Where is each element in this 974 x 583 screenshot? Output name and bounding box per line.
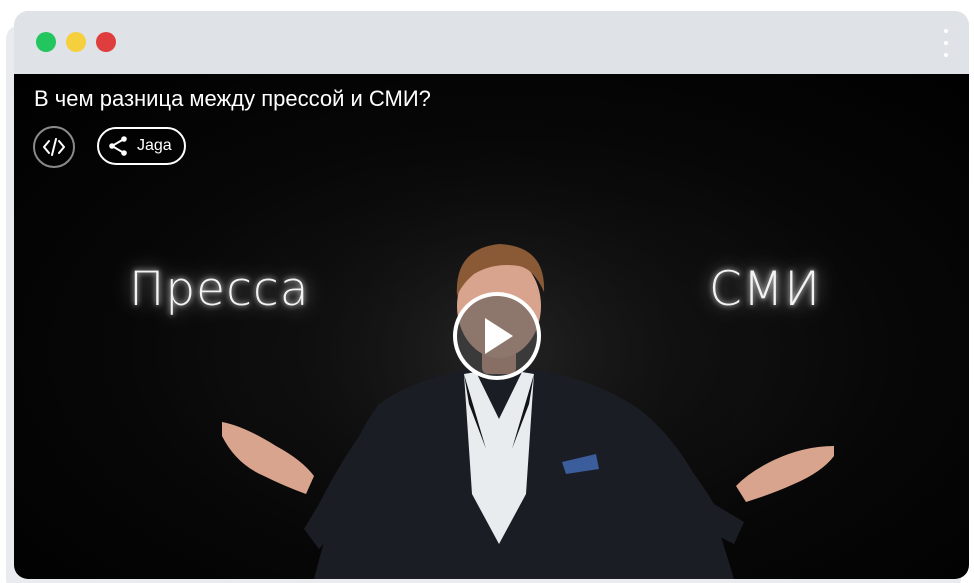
video-title: В чем разница между прессой и СМИ?: [34, 86, 431, 111]
neon-caption-left: Пресса: [129, 262, 310, 317]
kebab-menu-icon[interactable]: [943, 29, 949, 57]
neon-caption-right: СМИ: [709, 262, 821, 317]
browser-window: В чем разница между прессой и СМИ? Jaga …: [14, 11, 969, 579]
code-embed-icon: [43, 138, 65, 156]
share-button[interactable]: Jaga: [97, 127, 186, 165]
window-titlebar: [14, 11, 969, 74]
play-button[interactable]: [453, 292, 541, 380]
window-maximize-dot[interactable]: [36, 32, 56, 52]
share-label: Jaga: [137, 137, 172, 154]
window-close-dot[interactable]: [96, 32, 116, 52]
window-minimize-dot[interactable]: [66, 32, 86, 52]
video-player[interactable]: В чем разница между прессой и СМИ? Jaga …: [14, 74, 969, 579]
play-icon: [485, 318, 513, 354]
share-icon: [109, 136, 127, 156]
embed-button[interactable]: [33, 126, 75, 168]
